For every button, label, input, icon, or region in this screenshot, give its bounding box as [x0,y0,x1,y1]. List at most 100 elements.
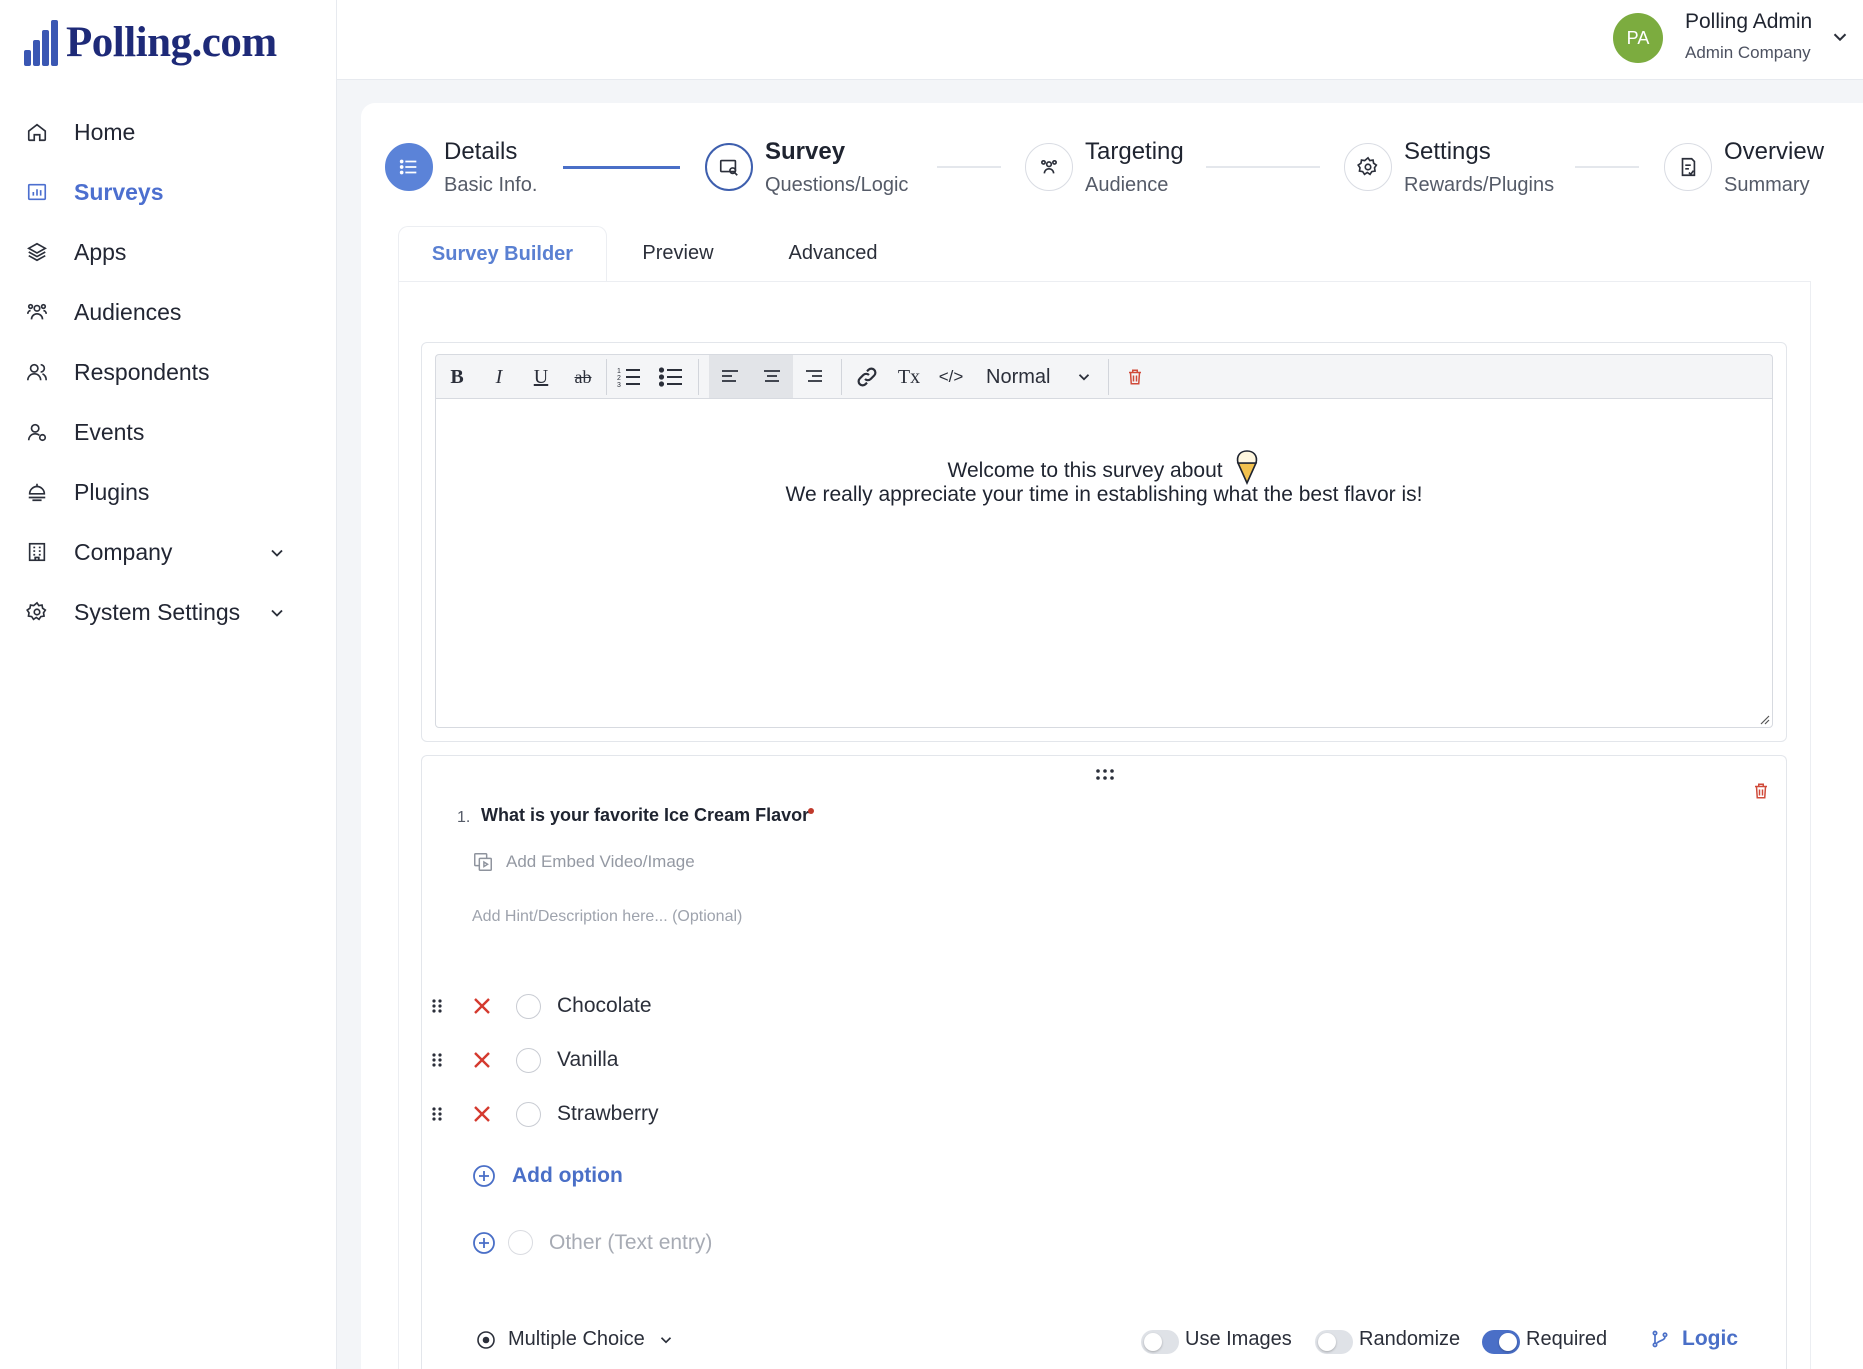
add-other-option[interactable]: Other (Text entry) [472,1230,712,1255]
other-option-label: Other (Text entry) [549,1230,713,1254]
gear-icon [24,599,50,625]
trash-icon[interactable] [1752,781,1770,801]
sidebar-item-audiences[interactable]: Audiences [0,282,337,342]
sidebar-item-system-settings[interactable]: System Settings [0,582,337,642]
randomize-toggle[interactable] [1315,1330,1353,1354]
users-group-icon [24,299,50,325]
required-indicator [808,808,814,814]
add-option-label: Add option [512,1164,623,1187]
chevron-down-icon[interactable] [267,542,287,562]
ice-cream-icon [1237,450,1258,485]
sidebar-item-label: Respondents [74,358,210,385]
user-company: Admin Company [1685,43,1811,62]
step-settings-title[interactable]: Settings [1404,138,1491,166]
step-survey-subtitle: Questions/Logic [765,174,909,196]
sidebar-nav: Home Surveys Apps Audiences Respondents [0,102,337,642]
user-menu-chevron-down-icon[interactable] [1829,26,1851,48]
align-center-button[interactable] [751,355,793,399]
step-targeting-subtitle: Audience [1085,174,1169,196]
option-label[interactable]: Vanilla [557,1048,618,1072]
step-details-title[interactable]: Details [444,138,517,166]
tab-advanced[interactable]: Advanced [776,226,890,281]
plus-circle-icon [473,1165,495,1187]
drag-handle-icon[interactable] [430,1104,444,1124]
resize-handle-icon[interactable] [1758,713,1770,725]
link-button[interactable] [846,355,888,399]
required-toggle[interactable] [1482,1330,1520,1354]
drag-handle-icon[interactable] [430,996,444,1016]
survey-search-icon [719,159,738,176]
sidebar-item-label: Surveys [74,178,164,205]
toggle-knob [1499,1333,1517,1351]
sidebar-item-company[interactable]: Company [0,522,337,582]
remove-option-icon[interactable] [472,996,492,1016]
underline-button[interactable]: U [520,355,562,399]
sidebar-item-surveys[interactable]: Surveys [0,162,337,222]
intro-text-editor[interactable]: Welcome to this survey about We really a… [435,398,1773,728]
delete-intro-button[interactable] [1114,355,1156,399]
code-button[interactable]: </> [930,355,972,399]
step-overview-circle[interactable] [1664,143,1712,191]
brand-logo[interactable]: Polling.com [24,18,277,67]
tab-preview[interactable]: Preview [620,226,736,281]
user-name[interactable]: Polling Admin [1685,10,1812,34]
sidebar-item-respondents[interactable]: Respondents [0,342,337,402]
question-type-select[interactable]: Multiple Choice [476,1328,675,1351]
step-settings-subtitle: Rewards/Plugins [1404,174,1555,196]
bullet-list-button[interactable] [650,355,692,399]
sidebar-item-label: Company [74,538,173,565]
sidebar-item-label: Audiences [74,298,182,325]
remove-option-icon[interactable] [472,1050,492,1070]
brand-name: Polling.com [66,19,277,66]
strikethrough-button[interactable]: ab [562,355,604,399]
step-targeting-title[interactable]: Targeting [1085,138,1184,166]
chevron-down-icon[interactable] [267,602,287,622]
add-embed-button[interactable]: Add Embed Video/Image [472,851,695,873]
question-text[interactable]: What is your favorite Ice Cream Flavor [481,805,809,826]
option-label[interactable]: Strawberry [557,1102,659,1126]
logic-button[interactable]: Logic [1650,1327,1738,1351]
users-icon [24,359,50,385]
toggle-knob [1144,1333,1162,1351]
hint-input[interactable]: Add Hint/Description here... (Optional) [472,908,742,926]
bar-chart-icon [24,179,50,205]
option-radio[interactable] [516,1047,541,1073]
step-overview-title[interactable]: Overview [1724,138,1824,166]
user-event-icon [24,419,50,445]
step-details-circle[interactable] [385,143,433,191]
option-radio[interactable] [516,1101,541,1127]
use-images-toggle[interactable] [1141,1330,1179,1354]
add-option-button[interactable]: Add option [472,1164,623,1188]
text-format-select[interactable]: Normal [976,361,1101,393]
tab-survey-builder[interactable]: Survey Builder [398,226,607,281]
option-label[interactable]: Chocolate [557,994,652,1018]
avatar[interactable]: PA [1613,13,1663,63]
drag-handle-icon[interactable] [1095,768,1115,782]
remove-option-icon[interactable] [472,1104,492,1124]
list-item: Vanilla [430,1040,618,1080]
clear-format-button[interactable]: Tx [888,355,930,399]
drag-handle-icon[interactable] [430,1050,444,1070]
home-icon [24,119,50,145]
step-connector [563,166,680,169]
toolbar-divider [698,359,699,395]
question-card [421,755,1787,1369]
bold-button[interactable]: B [436,355,478,399]
align-right-button[interactable] [793,355,835,399]
step-details-subtitle: Basic Info. [444,174,538,196]
ordered-list-button[interactable]: 123 [608,355,650,399]
option-radio [508,1230,533,1255]
sidebar-item-events[interactable]: Events [0,402,337,462]
step-targeting-circle[interactable] [1025,143,1073,191]
italic-button[interactable]: I [478,355,520,399]
sidebar: Polling.com Home Surveys Apps Audiences [0,0,337,1369]
option-radio[interactable] [516,993,541,1019]
sidebar-item-plugins[interactable]: Plugins [0,462,337,522]
step-survey-title[interactable]: Survey [765,138,845,166]
use-images-label: Use Images [1185,1328,1292,1350]
sidebar-item-home[interactable]: Home [0,102,337,162]
sidebar-item-apps[interactable]: Apps [0,222,337,282]
step-settings-circle[interactable] [1344,143,1392,191]
step-survey-circle[interactable] [705,143,753,191]
question-number: 1. [457,809,471,826]
